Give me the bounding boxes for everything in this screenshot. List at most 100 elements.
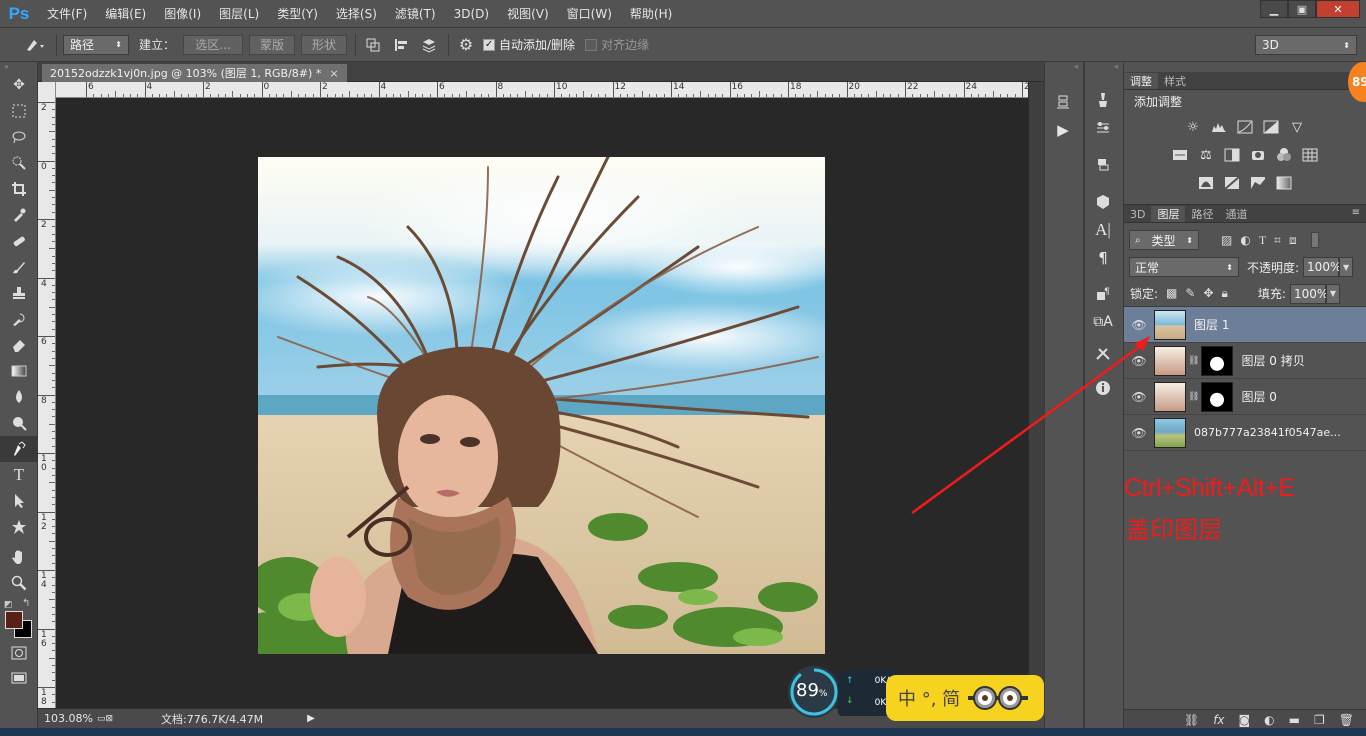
smart-object-filter-icon[interactable]: ⧈ [1289, 233, 1297, 248]
eraser-tool-icon[interactable] [0, 332, 38, 358]
chevron-down-icon[interactable]: ▼ [1339, 257, 1354, 277]
new-group-icon[interactable]: ▬ [1289, 713, 1300, 727]
link-icon[interactable]: ⛓ [1188, 392, 1199, 402]
move-tool-icon[interactable]: ✥ [0, 72, 38, 98]
type-tool-icon[interactable]: T [0, 462, 38, 488]
path-operations-icon[interactable] [362, 34, 384, 56]
color-balance-icon[interactable]: ⚖ [1195, 145, 1217, 165]
brush-panel-icon[interactable] [1085, 114, 1121, 142]
healing-tool-icon[interactable] [0, 228, 38, 254]
menu-edit[interactable]: 编辑(E) [96, 0, 155, 28]
screen-mode-icon[interactable] [0, 666, 38, 692]
exposure-icon[interactable] [1260, 117, 1282, 137]
hue-sat-icon[interactable] [1169, 145, 1191, 165]
layer-row[interactable]: 👁︎ 087b777a23841f0547ae... [1124, 415, 1366, 451]
tab-styles[interactable]: 样式 [1158, 73, 1192, 89]
collapse-icon[interactable]: « [1045, 62, 1083, 72]
tool-presets-icon[interactable] [1085, 340, 1121, 368]
history-icon[interactable] [1045, 88, 1081, 116]
path-selection-tool-icon[interactable] [0, 488, 38, 514]
paragraph-icon[interactable]: ¶ [1085, 244, 1121, 272]
link-icon[interactable]: ⛓ [1188, 356, 1199, 366]
filter-toggle[interactable] [1310, 232, 1319, 248]
crop-tool-icon[interactable] [0, 176, 38, 202]
tab-paths[interactable]: 路径 [1185, 206, 1219, 222]
bw-icon[interactable] [1221, 145, 1243, 165]
horizontal-ruler[interactable]: 6420246810121416182022242 [56, 82, 1028, 98]
make-shape-button[interactable]: 形状 [301, 34, 348, 55]
channel-mixer-icon[interactable] [1273, 145, 1295, 165]
visibility-eye-icon[interactable]: 👁︎ [1124, 318, 1154, 332]
lock-transparent-icon[interactable]: ▩ [1166, 286, 1177, 301]
photo-filter-icon[interactable] [1247, 145, 1269, 165]
pen-tool-preset-icon[interactable] [20, 34, 50, 56]
link-layers-icon[interactable]: ⛓ [1184, 713, 1199, 727]
make-mask-button[interactable]: 蒙版 [249, 34, 296, 55]
status-menu-arrow-icon[interactable]: ▶ [307, 713, 315, 724]
vertical-scrollbar[interactable] [1028, 82, 1044, 708]
levels-icon[interactable] [1208, 117, 1230, 137]
menu-help[interactable]: 帮助(H) [621, 0, 681, 28]
shape-filter-icon[interactable]: ⌗ [1274, 233, 1281, 248]
blur-tool-icon[interactable] [0, 384, 38, 410]
lock-all-icon[interactable]: 🔒︎ [1222, 286, 1228, 301]
color-lookup-icon[interactable] [1299, 145, 1321, 165]
restore-button[interactable]: ▣ [1288, 0, 1316, 18]
tab-3d[interactable]: 3D [1124, 206, 1151, 222]
blend-mode-select[interactable]: 正常 ⬍ [1129, 257, 1239, 277]
tab-adjustments[interactable]: 调整 [1124, 73, 1158, 89]
new-layer-icon[interactable]: ❐ [1314, 713, 1325, 727]
info-icon[interactable] [1085, 374, 1121, 402]
opacity-input[interactable]: 100% [1303, 257, 1341, 277]
paragraph-styles-icon[interactable]: ¶ [1085, 280, 1121, 308]
hand-tool-icon[interactable] [0, 544, 38, 570]
trash-icon[interactable]: 🗑︎ [1339, 713, 1354, 727]
visibility-eye-icon[interactable]: 👁︎ [1124, 390, 1154, 404]
actions-play-icon[interactable]: ▶ [1045, 116, 1081, 144]
custom-shape-tool-icon[interactable] [0, 514, 38, 540]
type-filter-icon[interactable]: T [1259, 233, 1266, 248]
layer-row[interactable]: 👁︎ 图层 1 [1124, 307, 1366, 343]
menu-layer[interactable]: 图层(L) [210, 0, 268, 28]
menu-view[interactable]: 视图(V) [498, 0, 558, 28]
default-colors-icon[interactable]: ◩ [4, 600, 13, 610]
visibility-eye-icon[interactable]: 👁︎ [1124, 354, 1154, 368]
foreground-color-swatch[interactable] [5, 611, 23, 629]
gradient-map-icon[interactable] [1273, 173, 1295, 193]
dodge-tool-icon[interactable] [0, 410, 38, 436]
menu-window[interactable]: 窗口(W) [558, 0, 621, 28]
curves-icon[interactable] [1234, 117, 1256, 137]
gradient-tool-icon[interactable] [0, 358, 38, 384]
menu-filter[interactable]: 滤镜(T) [386, 0, 445, 28]
quick-mask-icon[interactable] [0, 640, 38, 666]
layer-row[interactable]: 👁︎ ⛓ 图层 0 [1124, 379, 1366, 415]
path-arrangement-icon[interactable] [418, 34, 440, 56]
character-icon[interactable]: A| [1085, 216, 1121, 244]
layer-mask-thumbnail[interactable] [1201, 345, 1234, 376]
make-selection-button[interactable]: 选区... [183, 34, 244, 55]
collapse-icon[interactable]: » [0, 62, 37, 72]
tab-layers[interactable]: 图层 [1151, 206, 1186, 222]
lasso-tool-icon[interactable] [0, 124, 38, 150]
fill-input[interactable]: 100% [1289, 283, 1328, 304]
zoom-level[interactable]: 103.08% [44, 712, 93, 725]
panel-menu-icon[interactable]: ≡ [1352, 207, 1360, 218]
brightness-icon[interactable]: ☼ [1182, 117, 1204, 137]
3d-panel-icon[interactable] [1085, 188, 1121, 216]
lock-position-icon[interactable]: ✥ [1203, 286, 1213, 301]
visibility-eye-icon[interactable]: 👁︎ [1124, 426, 1154, 440]
adjustment-filter-icon[interactable]: ◐ [1240, 233, 1250, 248]
auto-add-delete-checkbox[interactable]: ✓ [483, 38, 496, 51]
path-alignment-icon[interactable] [390, 34, 412, 56]
pen-tool-icon[interactable] [0, 436, 38, 462]
clone-stamp-tool-icon[interactable] [0, 280, 38, 306]
lock-pixels-icon[interactable]: ✎ [1185, 286, 1195, 301]
tab-channels[interactable]: 通道 [1219, 206, 1253, 222]
adjustment-layer-icon[interactable]: ◐ [1264, 713, 1274, 727]
layer-mask-thumbnail[interactable] [1201, 381, 1234, 412]
clone-source-icon[interactable] [1085, 150, 1121, 178]
filter-kind-select[interactable]: ⌕ 类型 ⬍ [1129, 230, 1199, 250]
pixel-filter-icon[interactable]: ▨ [1221, 233, 1232, 248]
threshold-icon[interactable] [1247, 173, 1269, 193]
eyedropper-tool-icon[interactable] [0, 202, 38, 228]
